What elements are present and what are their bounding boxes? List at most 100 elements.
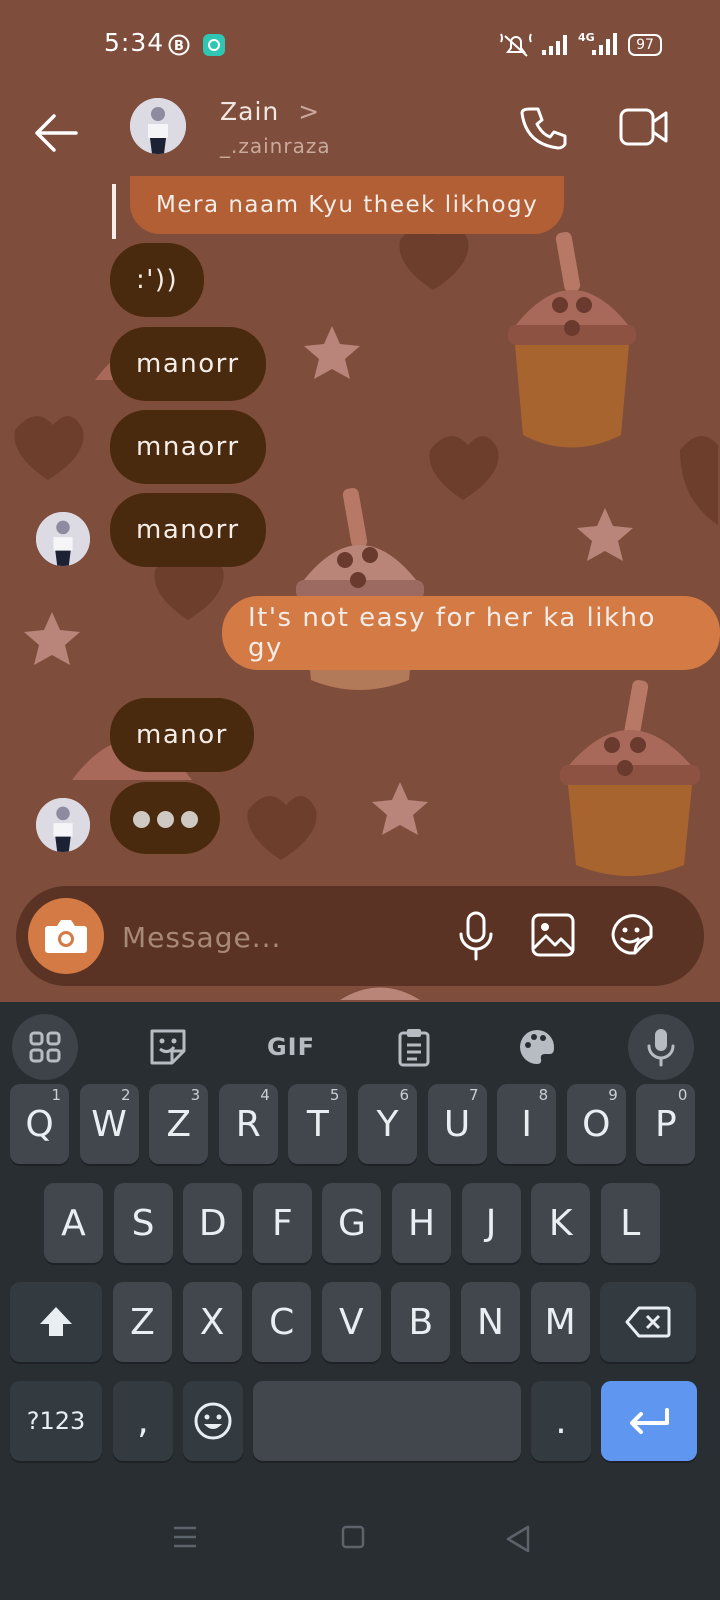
- key-label: U: [443, 1103, 471, 1145]
- clipboard-icon: [398, 1029, 430, 1067]
- key-hint: 5: [329, 1086, 340, 1104]
- key-w[interactable]: W2: [79, 1084, 139, 1164]
- key-g[interactable]: G: [322, 1183, 382, 1263]
- key-v[interactable]: V: [321, 1282, 381, 1362]
- heart-shape: [680, 436, 718, 525]
- video-icon[interactable]: [618, 105, 670, 151]
- key-label: P: [655, 1103, 677, 1145]
- key-f[interactable]: F: [252, 1183, 312, 1263]
- typing-dot: [133, 811, 150, 828]
- key-i[interactable]: I8: [497, 1084, 557, 1164]
- apps-grid-button[interactable]: [12, 1014, 78, 1080]
- chat-wallpaper: [0, 0, 720, 1002]
- chevron-right-icon: >: [298, 97, 321, 126]
- voice-input-button[interactable]: [628, 1014, 694, 1080]
- keyboard: GIF Q1W2Z3R4T5Y6U7I8O9P0 ASDFGHJKL ZXCVB…: [0, 1002, 720, 1600]
- phone-icon[interactable]: [520, 103, 570, 153]
- key-b[interactable]: B: [391, 1282, 451, 1362]
- key-r[interactable]: R4: [218, 1084, 278, 1164]
- key-s[interactable]: S: [113, 1183, 173, 1263]
- message-bubble-in[interactable]: manorr: [110, 493, 266, 567]
- gif-button[interactable]: GIF: [258, 1014, 324, 1080]
- symbols-key[interactable]: ?123: [10, 1381, 102, 1461]
- space-key[interactable]: [253, 1381, 521, 1461]
- heart-shape: [399, 226, 469, 290]
- key-j[interactable]: J: [461, 1183, 521, 1263]
- image-icon[interactable]: [530, 910, 576, 960]
- message-bubble-in[interactable]: :')): [110, 243, 205, 317]
- theme-button[interactable]: [504, 1014, 570, 1080]
- signal-4g-icon: 4G: [578, 31, 617, 55]
- star-shape: [372, 782, 428, 835]
- home-icon[interactable]: [341, 1525, 365, 1549]
- sticker-button[interactable]: [135, 1014, 201, 1080]
- chat-app-icon: [203, 34, 225, 56]
- avatar-person-icon: [36, 798, 90, 852]
- key-d[interactable]: D: [183, 1183, 243, 1263]
- key-l[interactable]: L: [600, 1183, 660, 1263]
- message-bubble-out[interactable]: It's not easy for her ka likho gy: [222, 596, 720, 670]
- key-label: R: [235, 1103, 261, 1145]
- message-bubble-out[interactable]: Mera naam Kyu theek likhogy: [130, 176, 565, 234]
- key-hint: 2: [121, 1086, 131, 1104]
- star-shape: [24, 612, 80, 665]
- period-key[interactable]: .: [531, 1381, 591, 1461]
- apps-grid-icon: [29, 1031, 61, 1063]
- comma-key[interactable]: ,: [113, 1381, 173, 1461]
- typing-indicator: [110, 782, 220, 854]
- key-label: Q: [25, 1103, 54, 1145]
- sender-avatar[interactable]: [36, 798, 90, 852]
- key-y[interactable]: Y6: [358, 1084, 417, 1164]
- key-k[interactable]: K: [531, 1183, 591, 1263]
- key-hint: 3: [190, 1086, 201, 1104]
- message-input[interactable]: [120, 908, 444, 966]
- key-z[interactable]: Z: [113, 1282, 172, 1362]
- key-n[interactable]: N: [461, 1282, 520, 1362]
- key-label: Z: [166, 1103, 192, 1145]
- status-time: 5:34: [104, 28, 165, 57]
- shift-key[interactable]: [10, 1282, 102, 1362]
- b-circle-icon: B: [168, 34, 190, 56]
- sender-avatar[interactable]: [36, 512, 90, 566]
- key-u[interactable]: U7: [427, 1084, 487, 1164]
- message-bubble-in[interactable]: manor: [110, 698, 254, 772]
- key-label: W: [91, 1103, 127, 1145]
- avatar[interactable]: [130, 98, 186, 154]
- message-composer: [16, 886, 704, 986]
- palette-icon: [520, 1030, 555, 1064]
- key-m[interactable]: M: [530, 1282, 590, 1362]
- key-a[interactable]: A: [44, 1183, 103, 1263]
- sticker-icon: [150, 1029, 186, 1065]
- key-p[interactable]: P0: [636, 1084, 696, 1164]
- key-t[interactable]: T5: [288, 1084, 348, 1164]
- heart-shape: [429, 436, 499, 500]
- enter-key[interactable]: [601, 1381, 697, 1461]
- key-hint: 8: [538, 1086, 549, 1104]
- key-z[interactable]: Z3: [149, 1084, 209, 1164]
- back-nav-icon[interactable]: [506, 1525, 532, 1553]
- mic-icon[interactable]: [456, 910, 496, 962]
- message-bubble-in[interactable]: mnaorr: [110, 410, 266, 484]
- key-label: Y: [376, 1103, 399, 1145]
- contact-username: _.zainraza: [220, 134, 331, 158]
- message-bubble-in[interactable]: manorr: [110, 327, 266, 401]
- signal-icon: [542, 35, 567, 55]
- sticker-icon[interactable]: [608, 910, 656, 960]
- key-hint: 7: [469, 1086, 479, 1104]
- key-h[interactable]: H: [392, 1183, 451, 1263]
- camera-icon: [45, 920, 87, 953]
- contact-name[interactable]: Zain >: [220, 97, 320, 126]
- key-label: O: [582, 1103, 611, 1145]
- key-x[interactable]: X: [182, 1282, 242, 1362]
- back-arrow-icon[interactable]: [30, 105, 86, 161]
- emoji-key[interactable]: [183, 1381, 243, 1461]
- star-shape: [304, 326, 360, 379]
- camera-button[interactable]: [28, 898, 104, 974]
- avatar-person-icon: [36, 512, 90, 566]
- backspace-key[interactable]: [600, 1282, 696, 1362]
- key-q[interactable]: Q1: [10, 1084, 69, 1164]
- menu-icon[interactable]: [172, 1525, 198, 1549]
- key-o[interactable]: O9: [566, 1084, 626, 1164]
- key-c[interactable]: C: [252, 1282, 312, 1362]
- clipboard-button[interactable]: [381, 1014, 447, 1080]
